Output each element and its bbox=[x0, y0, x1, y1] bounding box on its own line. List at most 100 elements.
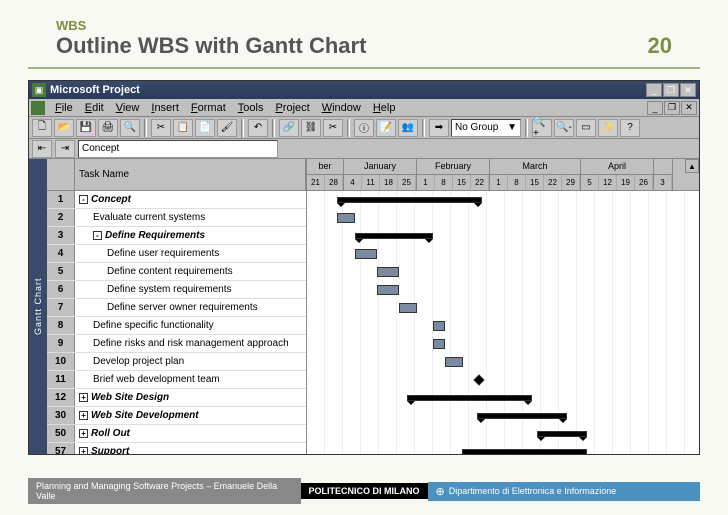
gantt-bar[interactable] bbox=[433, 339, 445, 349]
menu-view[interactable]: View bbox=[110, 102, 146, 114]
task-name-cell[interactable]: -Concept bbox=[75, 194, 306, 205]
gantt-summary[interactable] bbox=[355, 233, 433, 239]
doc-maximize-button[interactable]: ❐ bbox=[664, 101, 680, 115]
menu-file[interactable]: File bbox=[49, 102, 79, 114]
menu-project[interactable]: Project bbox=[269, 102, 315, 114]
split-icon[interactable]: ✂ bbox=[323, 119, 343, 137]
expand-icon[interactable]: + bbox=[79, 411, 88, 420]
gantt-milestone[interactable] bbox=[473, 374, 484, 385]
task-id-cell[interactable]: 7 bbox=[47, 299, 75, 316]
task-id-cell[interactable]: 50 bbox=[47, 425, 75, 442]
unlink-icon[interactable]: ⛓ bbox=[301, 119, 321, 137]
indent-icon[interactable]: ⇥ bbox=[55, 140, 75, 158]
gantt-summary[interactable] bbox=[537, 431, 587, 437]
task-entry-field[interactable]: Concept bbox=[78, 140, 278, 158]
menu-window[interactable]: Window bbox=[316, 102, 367, 114]
new-icon[interactable]: 🗋 bbox=[32, 119, 52, 137]
expand-icon[interactable]: + bbox=[79, 429, 88, 438]
gantt-bar[interactable] bbox=[377, 285, 399, 295]
note-icon[interactable]: 📝 bbox=[376, 119, 396, 137]
task-name-cell[interactable]: Define system requirements bbox=[75, 284, 306, 295]
undo-icon[interactable]: ↶ bbox=[248, 119, 268, 137]
task-id-cell[interactable]: 12 bbox=[47, 389, 75, 406]
task-row[interactable]: 4Define user requirements bbox=[47, 245, 306, 263]
task-id-cell[interactable]: 9 bbox=[47, 335, 75, 352]
preview-icon[interactable]: 🔍 bbox=[120, 119, 140, 137]
task-id-cell[interactable]: 2 bbox=[47, 209, 75, 226]
gantt-summary[interactable] bbox=[477, 413, 567, 419]
task-row[interactable]: 1-Concept bbox=[47, 191, 306, 209]
task-row[interactable]: 6Define system requirements bbox=[47, 281, 306, 299]
gantt-summary[interactable] bbox=[407, 395, 532, 401]
taskname-column-header[interactable]: Task Name bbox=[75, 159, 306, 191]
gantt-bar[interactable] bbox=[337, 213, 355, 223]
info-icon[interactable]: ⓘ bbox=[354, 119, 374, 137]
menu-help[interactable]: Help bbox=[367, 102, 402, 114]
minimize-button[interactable]: _ bbox=[646, 83, 662, 97]
task-id-cell[interactable]: 6 bbox=[47, 281, 75, 298]
task-row[interactable]: 11Brief web development team bbox=[47, 371, 306, 389]
close-button[interactable]: ✕ bbox=[680, 83, 696, 97]
task-name-cell[interactable]: Define specific functionality bbox=[75, 320, 306, 331]
maximize-button[interactable]: ❐ bbox=[663, 83, 679, 97]
collapse-icon[interactable]: - bbox=[79, 195, 88, 204]
gantt-bar[interactable] bbox=[445, 357, 463, 367]
task-id-cell[interactable]: 30 bbox=[47, 407, 75, 424]
gantt-bar[interactable] bbox=[399, 303, 417, 313]
task-name-cell[interactable]: Define risks and risk management approac… bbox=[75, 338, 306, 349]
task-id-cell[interactable]: 3 bbox=[47, 227, 75, 244]
doc-close-button[interactable]: ✕ bbox=[681, 101, 697, 115]
expand-icon[interactable]: + bbox=[79, 447, 88, 454]
task-id-cell[interactable]: 8 bbox=[47, 317, 75, 334]
paste-icon[interactable]: 📄 bbox=[195, 119, 215, 137]
goto-icon[interactable]: ➡ bbox=[429, 119, 449, 137]
task-row[interactable]: 10Develop project plan bbox=[47, 353, 306, 371]
format-painter-icon[interactable]: 🖌 bbox=[217, 119, 237, 137]
task-name-cell[interactable]: -Define Requirements bbox=[75, 230, 306, 241]
menu-tools[interactable]: Tools bbox=[232, 102, 270, 114]
expand-icon[interactable]: + bbox=[79, 393, 88, 402]
task-row[interactable]: 30+Web Site Development bbox=[47, 407, 306, 425]
task-id-cell[interactable]: 4 bbox=[47, 245, 75, 262]
collapse-icon[interactable]: - bbox=[93, 231, 102, 240]
help-icon[interactable]: ? bbox=[620, 119, 640, 137]
task-row[interactable]: 8Define specific functionality bbox=[47, 317, 306, 335]
copy-icon[interactable]: 📋 bbox=[173, 119, 193, 137]
save-icon[interactable]: 💾 bbox=[76, 119, 96, 137]
task-row[interactable]: 12+Web Site Design bbox=[47, 389, 306, 407]
task-name-cell[interactable]: Brief web development team bbox=[75, 374, 306, 385]
gantt-bar[interactable] bbox=[377, 267, 399, 277]
task-row[interactable]: 50+Roll Out bbox=[47, 425, 306, 443]
zoom-in-icon[interactable]: 🔍+ bbox=[532, 119, 552, 137]
task-name-cell[interactable]: Define content requirements bbox=[75, 266, 306, 277]
task-row[interactable]: 57+Support bbox=[47, 443, 306, 454]
assign-icon[interactable]: 👥 bbox=[398, 119, 418, 137]
link-icon[interactable]: 🔗 bbox=[279, 119, 299, 137]
task-row[interactable]: 2Evaluate current systems bbox=[47, 209, 306, 227]
wizard-icon[interactable]: ✨ bbox=[598, 119, 618, 137]
open-icon[interactable]: 📂 bbox=[54, 119, 74, 137]
gantt-bar[interactable] bbox=[433, 321, 445, 331]
outdent-icon[interactable]: ⇤ bbox=[32, 140, 52, 158]
task-id-cell[interactable]: 1 bbox=[47, 191, 75, 208]
task-id-cell[interactable]: 10 bbox=[47, 353, 75, 370]
goto-task-icon[interactable]: ▭ bbox=[576, 119, 596, 137]
task-name-cell[interactable]: Define user requirements bbox=[75, 248, 306, 259]
id-column-header[interactable] bbox=[47, 159, 75, 191]
task-row[interactable]: 5Define content requirements bbox=[47, 263, 306, 281]
menu-format[interactable]: Format bbox=[185, 102, 232, 114]
task-row[interactable]: 9Define risks and risk management approa… bbox=[47, 335, 306, 353]
task-name-cell[interactable]: Define server owner requirements bbox=[75, 302, 306, 313]
cut-icon[interactable]: ✂ bbox=[151, 119, 171, 137]
task-row[interactable]: 3-Define Requirements bbox=[47, 227, 306, 245]
task-name-cell[interactable]: +Web Site Development bbox=[75, 410, 306, 421]
gantt-bar[interactable] bbox=[355, 249, 377, 259]
task-id-cell[interactable]: 57 bbox=[47, 443, 75, 454]
view-bar[interactable]: Gantt Chart bbox=[29, 159, 47, 454]
gantt-summary[interactable] bbox=[337, 197, 482, 203]
doc-minimize-button[interactable]: _ bbox=[647, 101, 663, 115]
scroll-up-icon[interactable]: ▲ bbox=[685, 159, 699, 173]
gantt-summary[interactable] bbox=[462, 449, 587, 454]
task-name-cell[interactable]: Evaluate current systems bbox=[75, 212, 306, 223]
menu-edit[interactable]: Edit bbox=[79, 102, 110, 114]
